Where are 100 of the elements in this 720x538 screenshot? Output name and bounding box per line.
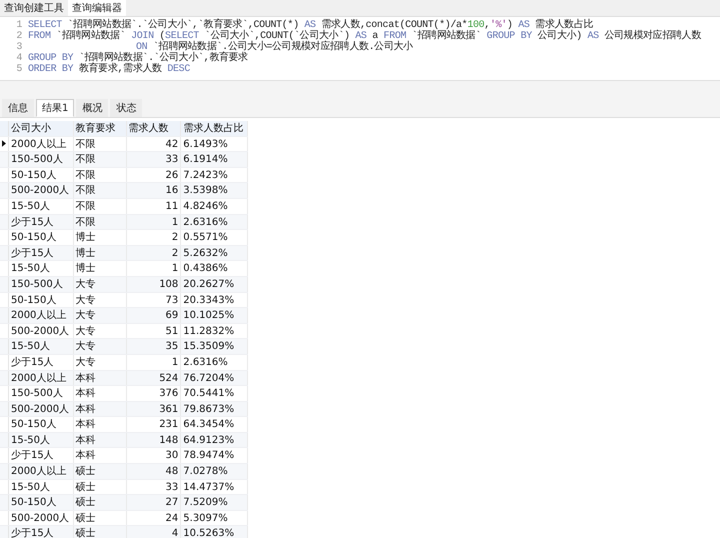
table-cell: 2000人以上 [8,308,74,323]
table-cell: 48 [126,464,182,479]
table-cell: 少于15人 [8,354,74,370]
table-cell: 硕士 [74,526,126,538]
table-cell: 20.2627% [181,276,248,292]
table-cell: 26 [126,168,182,182]
table-cell: 大专 [74,308,126,323]
table-cell: 524 [126,370,182,386]
table-cell: 3.5398% [181,183,248,198]
table-cell: 少于15人 [8,246,74,260]
table-cell: 5.3097% [181,510,248,526]
table-cell: 本科 [74,370,126,386]
table-cell: 33 [126,152,182,167]
table-cell: 少于15人 [8,448,74,464]
line-number: 5 [15,64,23,75]
table-cell: 硕士 [74,464,126,479]
column-header[interactable]: 需求人数占比 [181,121,248,136]
result-tab[interactable]: 概况 [76,99,108,117]
table-cell: 4.8246% [181,198,248,214]
editor-tab[interactable]: 查询创建工具 [0,0,68,16]
table-cell: 大专 [74,292,126,308]
table-cell: 50-150人 [8,230,74,245]
table-cell: 少于15人 [8,526,74,538]
table-cell: 76.7204% [181,370,248,386]
table-cell: 大专 [74,324,126,338]
table-cell: 2000人以上 [8,464,74,479]
table-cell: 7.0278% [181,464,248,479]
table-cell: 10.5263% [181,526,248,538]
table-cell: 376 [126,386,182,401]
table-cell: 20.3343% [181,292,248,308]
table-cell: 27 [126,495,182,510]
table-cell: 不限 [74,183,126,198]
table-cell: 2 [126,230,182,245]
table-cell: 108 [126,276,182,292]
table-cell: 50-150人 [8,495,74,510]
table-cell: 6.1493% [181,136,248,152]
table-cell: 231 [126,417,182,432]
table-cell: 不限 [74,214,126,230]
table-cell: 16 [126,183,182,198]
column-header[interactable]: 教育要求 [74,121,126,136]
table-cell: 6.1914% [181,152,248,167]
line-number: 1 [15,20,23,31]
table-cell: 51 [126,324,182,338]
table-cell: 15.3509% [181,339,248,354]
table-cell: 7.2423% [181,168,248,182]
table-cell: 64.9123% [181,432,248,448]
table-cell: 11 [126,198,182,214]
table-cell: 4 [126,526,182,538]
result-tab[interactable]: 状态 [110,99,142,117]
table-cell: 50-150人 [8,292,74,308]
table-cell: 73 [126,292,182,308]
table-cell: 64.3454% [181,417,248,432]
table-cell: 15-50人 [8,261,74,276]
table-cell: 博士 [74,230,126,245]
table-cell: 本科 [74,448,126,464]
code-line: FROM `招聘网站数据` JOIN (SELECT `公司大小`,COUNT(`公司大小`) AS a FROM `招聘网站数据` GROUP BY 公司大小) AS 公司规模对应招聘人数 [28,31,701,42]
table-cell: 本科 [74,432,126,448]
table-cell: 本科 [74,402,126,416]
splitter-bar[interactable] [0,80,720,97]
table-cell: 少于15人 [8,214,74,230]
table-cell: 148 [126,432,182,448]
table-cell: 本科 [74,386,126,401]
table-cell: 30 [126,448,182,464]
table-cell: 2000人以上 [8,370,74,386]
table-cell: 硕士 [74,480,126,494]
table-cell: 2.6316% [181,214,248,230]
code-line: ORDER BY 教育要求,需求人数 DESC [28,64,190,75]
table-cell: 500-2000人 [8,402,74,416]
code-line: ON `招聘网站数据`.公司大小=公司规模对应招聘人数.公司大小 [136,42,413,53]
table-cell: 0.4386% [181,261,248,276]
table-cell: 1 [126,214,182,230]
table-cell: 0.5571% [181,230,248,245]
table-cell: 78.9474% [181,448,248,464]
column-header[interactable]: 需求人数 [126,121,182,136]
table-cell: 硕士 [74,510,126,526]
table-cell: 大专 [74,339,126,354]
table-cell: 2000人以上 [8,136,74,152]
result-tab[interactable]: 信息 [2,99,34,117]
line-number: 4 [15,53,23,64]
table-cell: 500-2000人 [8,510,74,526]
table-cell: 35 [126,339,182,354]
table-cell: 14.4737% [181,480,248,494]
table-cell: 大专 [74,354,126,370]
table-cell: 不限 [74,198,126,214]
line-number: 2 [15,31,23,42]
table-cell: 15-50人 [8,339,74,354]
table-cell: 1 [126,261,182,276]
table-cell: 150-500人 [8,152,74,167]
result-tab[interactable]: 结果1 [36,99,74,117]
table-cell: 不限 [74,152,126,167]
column-header[interactable]: 公司大小 [8,121,74,136]
editor-tab[interactable]: 查询编辑器 [68,0,126,16]
table-cell: 42 [126,136,182,152]
table-cell: 10.1025% [181,308,248,323]
table-cell: 33 [126,480,182,494]
table-cell: 361 [126,402,182,416]
table-cell: 150-500人 [8,276,74,292]
table-cell: 硕士 [74,495,126,510]
table-cell: 70.5441% [181,386,248,401]
table-cell: 博士 [74,246,126,260]
